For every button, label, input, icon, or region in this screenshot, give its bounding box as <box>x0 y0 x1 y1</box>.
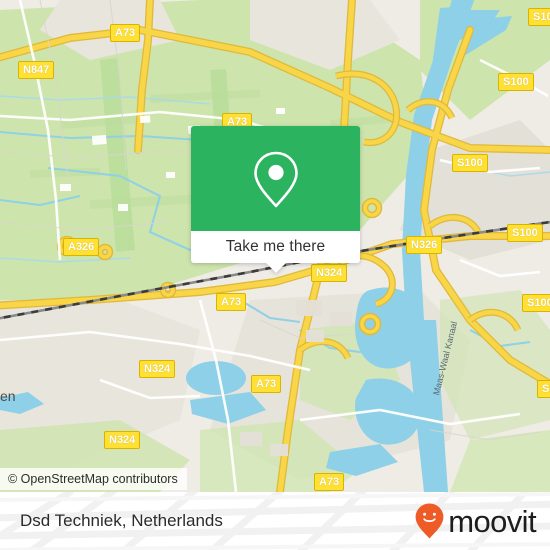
road-shield: S100 <box>537 380 550 398</box>
road-shield: N847 <box>18 61 55 79</box>
road-shield: S100 <box>507 224 543 242</box>
moovit-pin-icon <box>415 503 444 539</box>
footer-bar: Dsd Techniek, Netherlands moovit <box>0 492 550 550</box>
water-label: Maas-Waal Kanaal <box>431 320 460 397</box>
location-pin-icon <box>253 151 298 207</box>
road-shield: A73 <box>314 473 345 491</box>
road-shield: A73 <box>110 24 141 42</box>
moovit-wordmark: moovit <box>448 503 536 539</box>
location-title: Dsd Techniek, Netherlands <box>20 511 223 530</box>
road-shield: S100 <box>498 73 534 91</box>
osm-attribution[interactable]: © OpenStreetMap contributors <box>0 468 187 490</box>
callout-action-panel[interactable]: Take me there <box>191 231 360 273</box>
road-shield: N326 <box>406 236 443 254</box>
road-shield: N324 <box>104 431 141 449</box>
road-shield: N324 <box>311 264 348 282</box>
place-label: en <box>0 388 16 404</box>
take-me-there-label: Take me there <box>225 238 326 255</box>
take-me-there-callout[interactable]: Take me there <box>191 126 360 273</box>
callout-icon-panel <box>191 126 360 231</box>
moovit-logo[interactable]: moovit <box>414 492 537 550</box>
road-shield: S100 <box>522 294 550 312</box>
moovit-location-card: A73 N847 S100 S100 S100 A73 A326 N326 S100 A73 N32… <box>0 0 550 550</box>
road-shield: A73 <box>251 375 282 393</box>
road-shield: S100 <box>452 154 488 172</box>
callout-tail <box>264 262 287 273</box>
road-shield: A326 <box>63 238 100 256</box>
road-shield: N324 <box>139 360 176 378</box>
road-shield: A73 <box>216 293 247 311</box>
road-shield: S100 <box>528 8 550 26</box>
